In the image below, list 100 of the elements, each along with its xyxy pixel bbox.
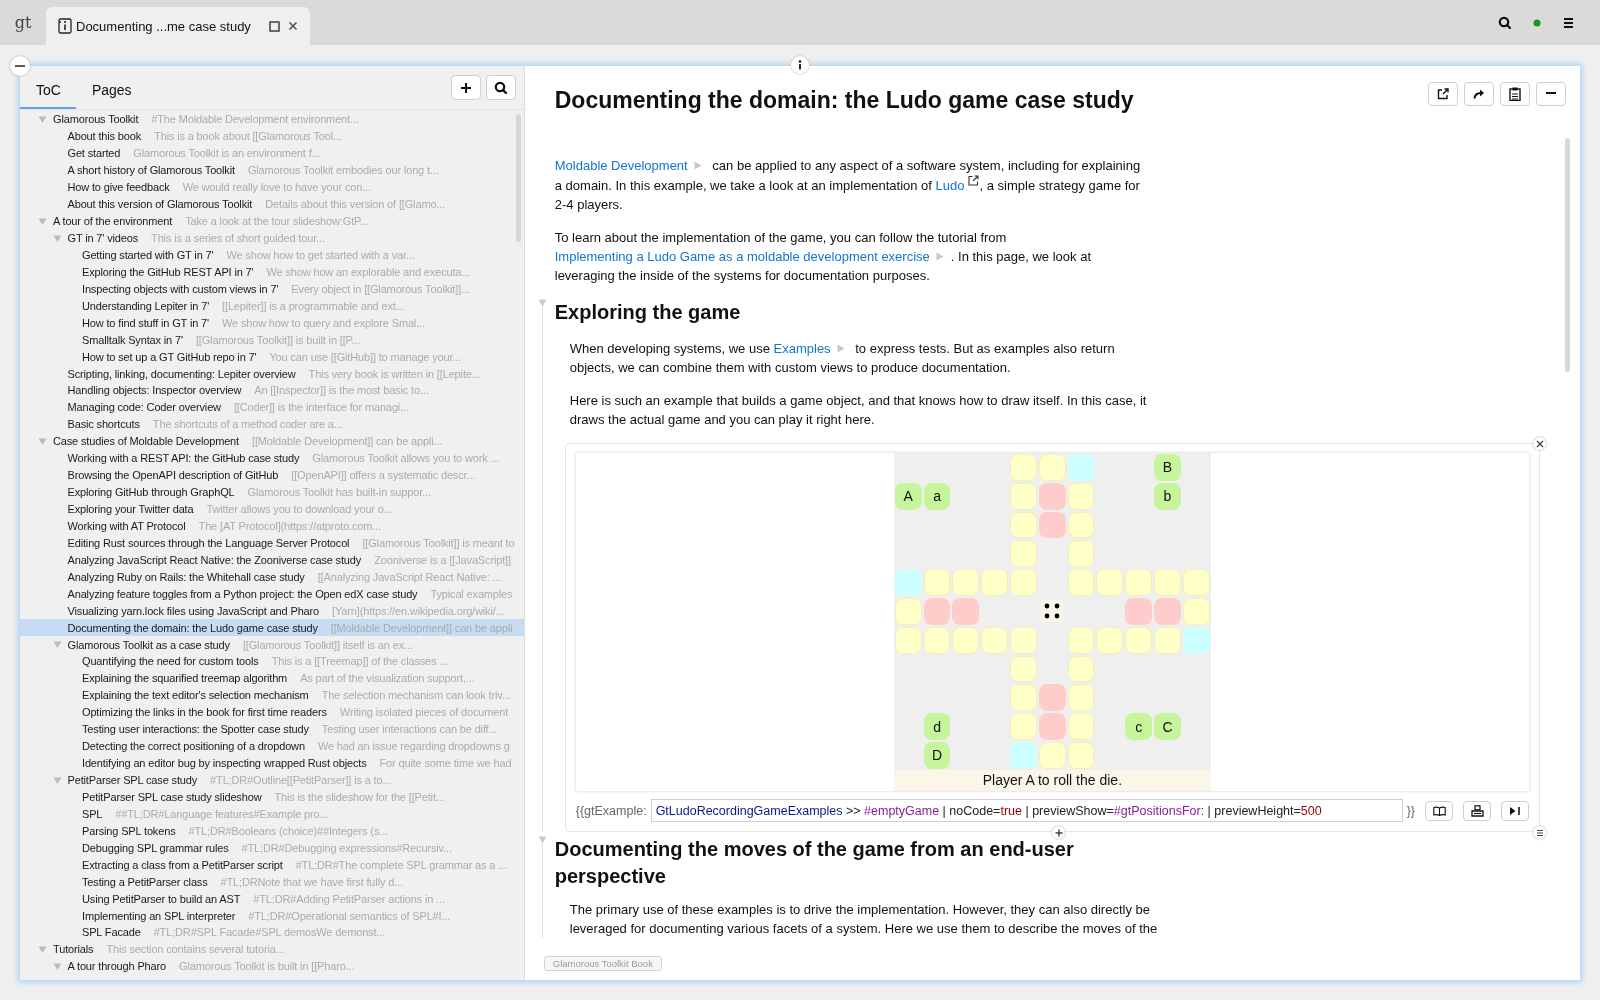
clipboard-button[interactable] [1500,82,1530,106]
toc-row[interactable]: Using PetitParser to build an AST #TL;DR#Adding PetitParser actions in ... [20,890,524,908]
toc-row[interactable]: Inspecting objects with custom views in 7' Every object in [[Glamorous Toolkit]]... [20,280,524,298]
toc-item-title[interactable]: Working with AT Protocol [67,519,186,532]
toc-item-title[interactable]: How to give feedback [67,181,170,194]
toc-item-title[interactable]: Analyzing Ruby on Rails: the Whitehall case study [67,570,305,583]
expand-toggle-icon[interactable] [52,233,62,243]
toc-row[interactable]: Quantifying the need for custom tools This is a [[Treemap]] of the classes ... [20,653,524,670]
toc-row[interactable]: Exploring GitHub through GraphQL Glamorous Toolkit has built-in suppor... [20,483,524,501]
toc-item-title[interactable]: Editing Rust sources through the Language Server Protocol [67,536,350,549]
toc-row[interactable]: Working with a REST API: the GitHub case study Glamorous Toolkit allows you to work ... [20,449,524,467]
page-link[interactable]: Moldable Development [554,158,688,173]
expand-toggle-icon[interactable] [52,640,62,650]
toc-item-title[interactable]: Handling objects: Inspector overview [67,384,242,397]
scrollbar[interactable] [515,114,521,242]
toc-item-title[interactable]: Scripting, linking, documenting: Lepiter overview [67,367,296,380]
page-link[interactable]: Implementing a Ludo Game as a moldable development exercise [554,249,930,264]
die-icon[interactable] [1041,600,1064,623]
toc-item-title[interactable]: Debugging SPL grammar rules [82,841,229,854]
toc-row[interactable]: Glamorous Toolkit as a case study [[Glamorous Toolkit]] itself is an ex... [20,636,524,653]
toc-row[interactable]: Visualizing yarn.lock files using JavaScript and Pharo [Yarn](https://en.wikipedia.org/wiki/... [20,602,524,620]
toc-item-title[interactable]: Analyzing feature toggles from a Python project: the Open edX case study [67,587,418,600]
toc-row[interactable]: Scripting, linking, documenting: Lepiter overview This very book is written in [[Lepite... [20,365,524,382]
toc-item-title[interactable]: Quantifying the need for custom tools [82,655,259,668]
toc-row[interactable]: Documenting the domain: the Ludo game case study [[Moldable Development]] can be appli [20,619,524,637]
toc-row[interactable]: Basic shortcuts The shortcuts of a method coder are a... [20,415,524,433]
toc-item-title[interactable]: Identifying an editor bug by inspecting wrapped Rust objects [82,757,367,770]
tab-title[interactable]: Documenting ...me case study [76,18,251,34]
toc-item-title[interactable]: Exploring your Twitter data [67,503,194,516]
external-link-icon[interactable] [1437,88,1449,100]
link-arrow-icon[interactable] [836,344,845,353]
page-link[interactable]: Examples [773,341,831,356]
search-icon[interactable] [1498,16,1511,29]
toc-item-title[interactable]: Understanding Lepiter in 7' [82,299,210,312]
browse-button[interactable] [1425,800,1453,821]
game-token[interactable]: C [1154,713,1181,740]
link-arrow-icon[interactable] [935,252,944,261]
game-token[interactable]: A [894,482,922,510]
home-tab[interactable]: gt [0,0,46,45]
toc-item-title[interactable]: Exploring the GitHub REST API in 7' [82,265,254,278]
toc-row[interactable]: A short history of Glamorous Toolkit Glamorous Toolkit embodies our long t... [20,161,524,179]
collapse-page-button[interactable] [1536,82,1566,106]
close-icon[interactable] [287,21,298,31]
web-link[interactable]: Ludo [935,178,965,193]
toc-item-title[interactable]: About this book [67,130,142,143]
toc-row[interactable]: Parsing SPL tokens #TL;DR#Booleans (choice)##Integers (s... [20,822,524,840]
toc-item-title[interactable]: Basic shortcuts [67,418,140,431]
toc-row[interactable]: Working with AT Protocol The [AT Protocol](https://atproto.com... [20,517,524,535]
book-icon[interactable] [1432,805,1446,816]
toc-item-title[interactable]: How to set up a GT GitHub repo in 7' [82,350,257,363]
expand-toggle-icon[interactable] [38,114,47,124]
maximize-icon[interactable] [268,20,280,32]
toc-row[interactable]: How to find stuff in GT in 7' We show how to query and explore Smal... [20,314,524,332]
info-icon[interactable] [797,60,803,70]
inspect-button[interactable] [1463,800,1491,821]
menu-icon[interactable] [1563,16,1574,29]
toc-row[interactable]: Exploring your Twitter data Twitter allows you to download your o... [20,500,524,518]
toc-item-title[interactable]: SPL [82,807,103,820]
toc-item-title[interactable]: A tour of the environment [53,215,173,228]
toc-row[interactable]: About this book This is a book about [[Glamorous Tool... [20,127,524,145]
expand-toggle-icon[interactable] [52,775,62,785]
toc-item-title[interactable]: Explaining the squarified treemap algorithm [82,672,288,685]
toc-item-title[interactable]: Visualizing yarn.lock files using JavaScript and Pharo [67,604,320,617]
toc-item-title[interactable]: GT in 7' videos [67,232,139,245]
toc-row[interactable]: Tutorials This section contains several tutoria... [20,940,524,958]
toc-item-title[interactable]: Testing a PetitParser class [82,875,208,888]
plus-icon[interactable] [459,81,472,94]
toc-item-title[interactable]: SPL Facade [82,926,141,939]
toc-item-title[interactable]: A tour through Pharo [67,960,166,973]
toc-item-title[interactable]: Documenting the domain: the Ludo game case study [67,621,318,634]
toc-item-title[interactable]: Implementing an SPL interpreter [82,909,236,922]
toc-row[interactable]: Analyzing feature toggles from a Python project: the Open edX case study Typical examples [20,585,524,603]
toc-row[interactable]: Optimizing the links in the book for first time readers Writing isolated pieces of document [20,703,524,721]
toc-row[interactable]: Understanding Lepiter in 7' [[Lepiter]] is a programmable and ext... [20,297,524,315]
toc-row[interactable]: Managing code: Coder overview [[Coder]] is the interface for managi... [20,398,524,416]
toc-row[interactable]: SPL ##TL;DR#Language features#Example pro... [20,805,524,823]
toc-row[interactable]: How to give feedback We would really love to have your con... [20,178,524,196]
toc-row[interactable]: Explaining the text editor's selection mechanism The selection mechanism can look triv... [20,686,524,704]
toc-row[interactable]: Extracting a class from a PetitParser script #TL;DR#The complete SPL grammar as a ... [20,856,524,874]
toc-item-title[interactable]: Browsing the OpenAPI description of GitHub [67,469,279,482]
toc-item-title[interactable]: About this version of Glamorous Toolkit [67,198,253,211]
search-button[interactable] [485,75,516,100]
share-button[interactable] [1464,82,1494,106]
toc-row[interactable]: PetitParser SPL case study slideshow This is the slideshow for the [[Petit... [20,788,524,806]
toc-item-title[interactable]: Detecting the correct positioning of a dropdown [82,740,305,753]
external-link-icon[interactable] [967,175,979,186]
toc-item-title[interactable]: Inspecting objects with custom views in 7' [82,282,279,295]
toc-item-title[interactable]: Get started [67,147,121,160]
expand-toggle-icon[interactable] [38,436,47,446]
toc-row[interactable]: Get started Glamorous Toolkit is an environment f... [20,144,524,162]
open-external-button[interactable] [1428,82,1458,106]
game-token[interactable]: B [1154,454,1181,481]
toc-row[interactable]: Case studies of Moldable Development [[Moldable Development]] can be appli... [20,432,524,450]
info-button[interactable] [791,56,809,74]
game-token[interactable]: D [923,741,951,769]
toc-row[interactable]: How to set up a GT GitHub repo in 7' You can use [[GitHub]] to manage your... [20,348,524,366]
toc-item-title[interactable]: Optimizing the links in the book for first time readers [82,706,327,719]
toc-row[interactable]: Identifying an editor bug by inspecting wrapped Rust objects For quite some time we had [20,754,524,772]
toc-row[interactable]: Handling objects: Inspector overview An [[Inspector]] is the most basic to... [20,382,524,399]
clipboard-icon[interactable] [1509,87,1521,101]
